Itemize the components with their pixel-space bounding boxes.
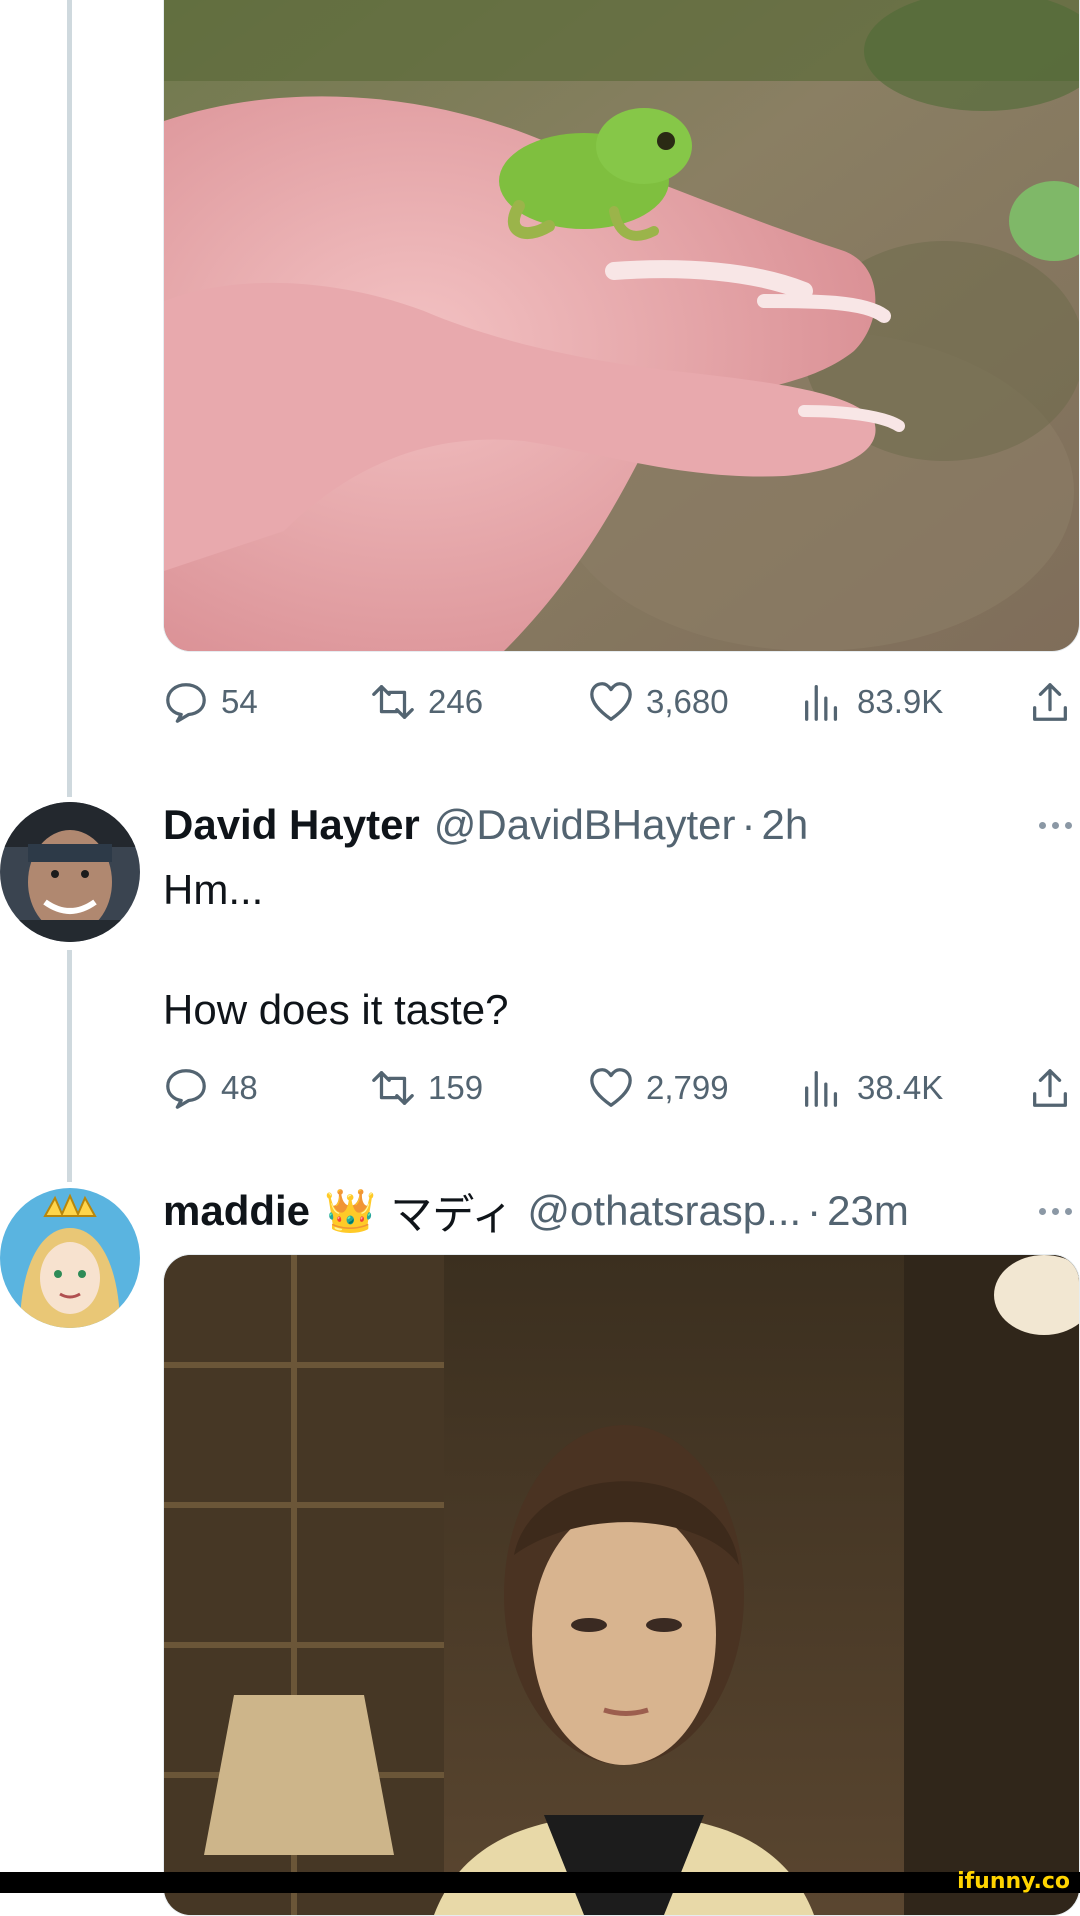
avatar-image (0, 802, 140, 942)
like-icon (590, 682, 632, 721)
like-count: 2,799 (646, 1069, 729, 1106)
separator-dot: · (741, 801, 756, 848)
views-count: 83.9K (857, 683, 944, 720)
like-button[interactable]: 2,799 (588, 1058, 729, 1118)
share-button[interactable] (1027, 1058, 1073, 1118)
ifunny-watermark: ifunny.co (957, 1868, 1070, 1894)
author-name[interactable]: David Hayter (163, 801, 420, 849)
author-handle[interactable]: @DavidBHayter (434, 801, 736, 849)
separator-dot: · (807, 1187, 822, 1234)
tweet-media-character[interactable] (163, 1254, 1080, 1916)
reply-count: 54 (221, 683, 258, 720)
thread-line (67, 0, 72, 797)
views-button[interactable]: 38.4K (799, 1058, 943, 1118)
avatar-david-hayter[interactable] (0, 802, 140, 942)
tweet-text-line: How does it taste? (163, 986, 509, 1033)
reply-button[interactable]: 54 (163, 672, 258, 732)
more-icon (1039, 1207, 1046, 1215)
like-count: 3,680 (646, 683, 729, 720)
thread-line (67, 950, 72, 1182)
repost-button[interactable]: 246 (370, 672, 483, 732)
views-icon (805, 1071, 838, 1107)
character-image (164, 1255, 1079, 1915)
tweet-header: maddie 👑 マディ @othatsrasp... · 23m (163, 1181, 1080, 1241)
reply-count: 48 (221, 1069, 258, 1106)
tweet-time[interactable]: 23m (827, 1187, 909, 1235)
avatar-maddie[interactable] (0, 1188, 140, 1328)
tweet-actions: 48 159 2,799 38.4K (163, 1058, 1080, 1118)
author-name[interactable]: maddie (163, 1187, 310, 1235)
more-button[interactable] (1039, 795, 1072, 855)
more-icon (1039, 821, 1046, 829)
share-icon (1033, 1069, 1067, 1107)
tweet-text-line: Hm... (163, 866, 264, 913)
tweet-media-frog[interactable] (163, 0, 1080, 652)
repost-count: 159 (428, 1069, 484, 1106)
author-handle[interactable]: @othatsrasp... (527, 1187, 801, 1235)
more-button[interactable] (1039, 1181, 1072, 1241)
share-button[interactable] (1027, 672, 1073, 732)
avatar-image (0, 1188, 140, 1328)
repost-count: 246 (428, 683, 484, 720)
tweet-header: David Hayter @DavidBHayter · 2h (163, 795, 1080, 855)
frog-photo (164, 0, 1079, 651)
repost-icon (372, 685, 414, 719)
crown-emoji: 👑 (324, 1186, 377, 1234)
share-icon (1033, 683, 1067, 721)
like-button[interactable]: 3,680 (588, 672, 729, 732)
reply-icon (166, 683, 206, 723)
views-icon (805, 685, 838, 721)
views-count: 38.4K (857, 1069, 944, 1106)
reply-button[interactable]: 48 (163, 1058, 258, 1118)
repost-button[interactable]: 159 (370, 1058, 483, 1118)
tweet-time[interactable]: 2h (762, 801, 809, 849)
tweet-actions: 54 246 3,680 83.9K (163, 672, 1080, 732)
like-icon (590, 1068, 632, 1107)
repost-icon (372, 1071, 414, 1105)
author-name-jp: マディ (390, 1190, 514, 1238)
reply-icon (166, 1069, 206, 1109)
watermark-bar (0, 1872, 1080, 1893)
views-button[interactable]: 83.9K (799, 672, 943, 732)
